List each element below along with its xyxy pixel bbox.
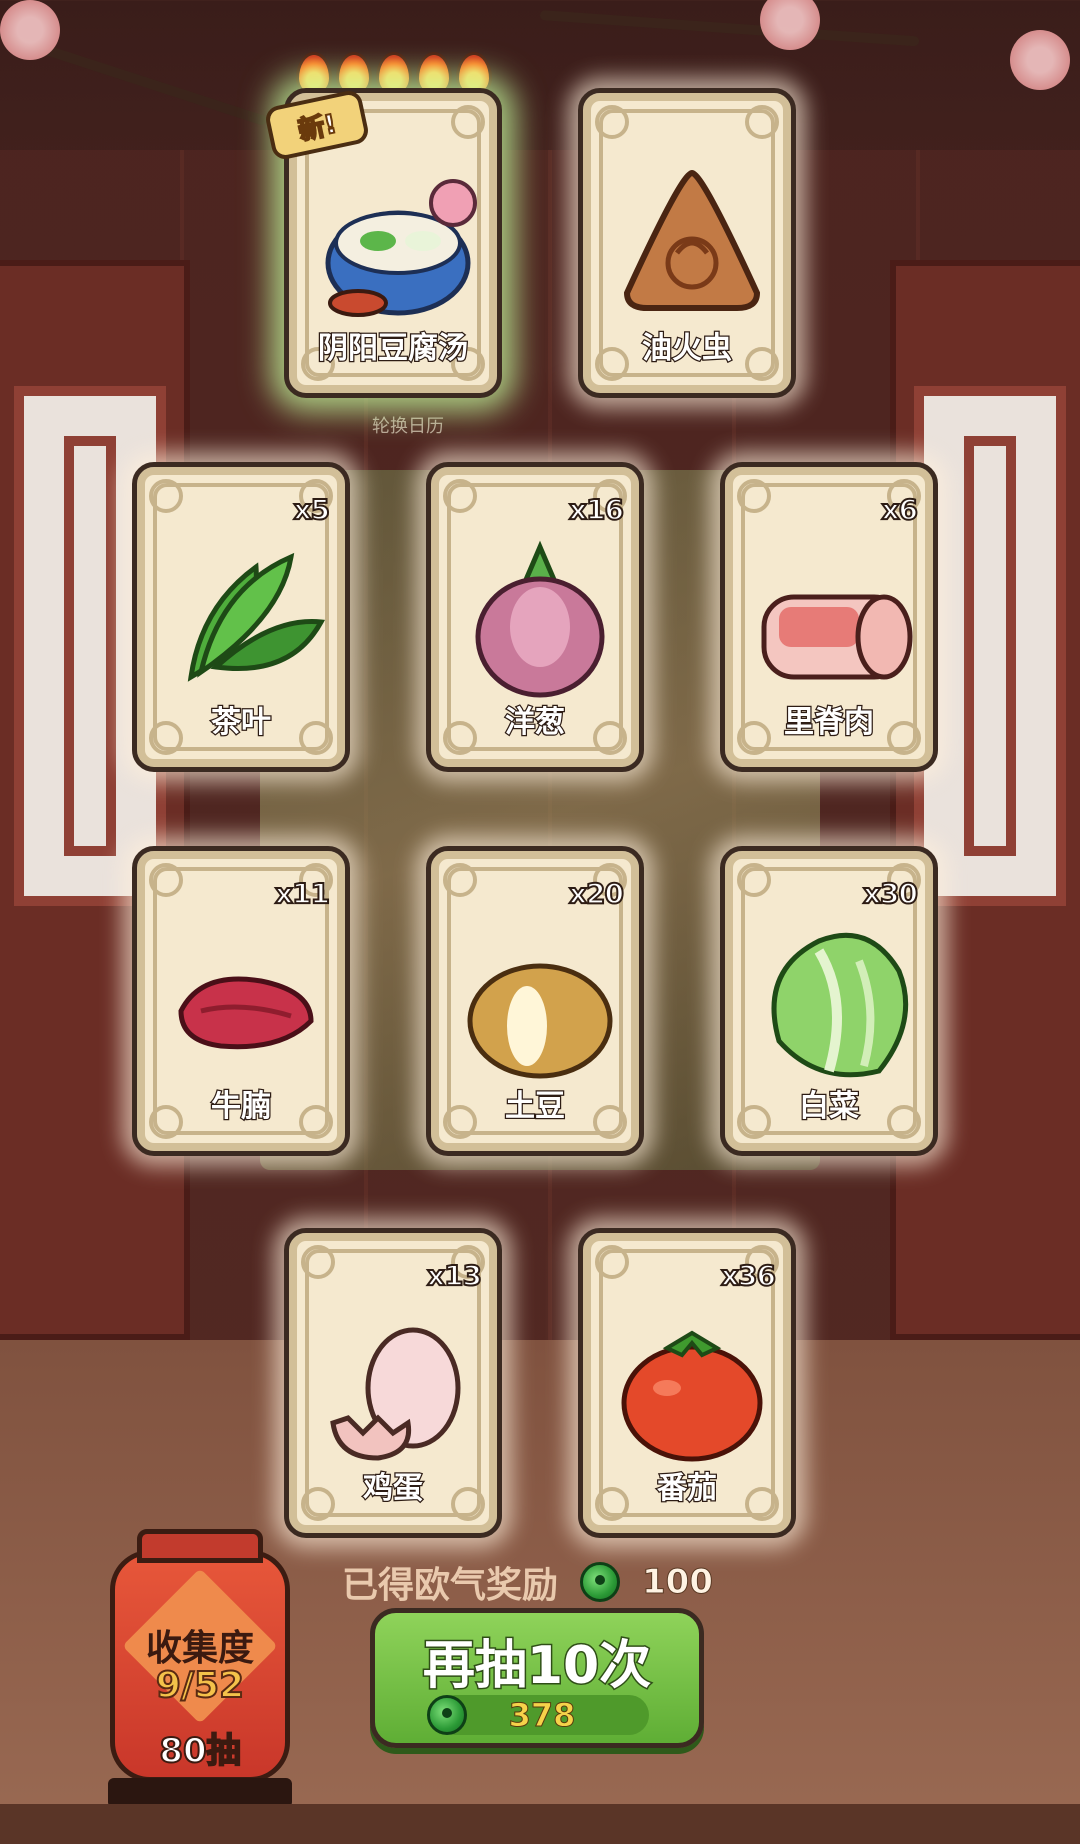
draw-again-button[interactable]: 再抽10次 378 (370, 1608, 704, 1748)
card-name: 茶叶 (210, 704, 273, 742)
reward-label: 已得欧气奖励 (342, 1565, 559, 1606)
card-item[interactable]: x13 鸡蛋 (284, 1228, 502, 1538)
card-name: 阴阳豆腐汤 (317, 330, 470, 368)
egg-icon (330, 1327, 461, 1461)
potato-icon (467, 963, 613, 1079)
card-item[interactable]: x16 洋葱 (426, 462, 644, 772)
blossom-icon (1010, 30, 1070, 90)
card-item[interactable]: x36 番茄 (578, 1228, 796, 1538)
bottom-bar (0, 1804, 1080, 1844)
tofu-soup-icon (325, 179, 477, 317)
blossom-icon (760, 0, 820, 50)
card-name: 牛腩 (210, 1088, 273, 1126)
jade-coin-icon (427, 1695, 467, 1735)
card-item[interactable]: x11 牛腩 (132, 846, 350, 1156)
card-name: 洋葱 (504, 704, 567, 742)
card-item[interactable]: x5 茶叶 (132, 462, 350, 772)
collection-lantern-button[interactable]: 收集度 9/52 80抽 (110, 1529, 290, 1782)
right-door-decor (890, 260, 1080, 1340)
item-count: x30 (862, 876, 919, 911)
tea-leaf-icon (187, 552, 326, 682)
item-count: x16 (568, 492, 625, 527)
jade-coin-icon (580, 1562, 621, 1602)
branch-decor (539, 10, 920, 47)
draw-again-label: 再抽10次 (421, 1635, 652, 1698)
card-item[interactable]: x30 白菜 (720, 846, 938, 1156)
reward-amount: 100 (642, 1562, 714, 1603)
rotate-calendar-label: 轮换日历 (372, 416, 444, 437)
onion-icon (475, 540, 605, 698)
tenderloin-icon (761, 594, 913, 680)
firefly-triangle-icon (623, 169, 761, 311)
beef-brisket-icon (178, 976, 314, 1050)
collection-draws: 80抽 (158, 1730, 241, 1772)
left-door-decor (0, 260, 190, 1340)
blossom-icon (0, 0, 60, 60)
card-name: 白菜 (798, 1088, 861, 1126)
item-count: x36 (720, 1258, 777, 1293)
collection-progress: 9/52 (155, 1664, 245, 1707)
item-count: x13 (426, 1258, 483, 1293)
card-name: 里脊肉 (783, 704, 876, 742)
card-name: 油火虫 (641, 330, 734, 368)
item-count: x5 (292, 492, 331, 527)
item-count: x6 (880, 492, 919, 527)
card-item[interactable]: 油火虫 (578, 88, 796, 398)
item-count: x11 (274, 876, 331, 911)
card-item[interactable]: x6 里脊肉 (720, 462, 938, 772)
card-item[interactable]: x20 土豆 (426, 846, 644, 1156)
draw-cost: 378 (435, 1695, 649, 1735)
tomato-icon (621, 1330, 763, 1462)
card-name: 鸡蛋 (362, 1470, 425, 1508)
item-count: x20 (568, 876, 625, 911)
cabbage-icon (771, 932, 909, 1078)
card-name: 番茄 (656, 1470, 719, 1508)
reward-row: 已得欧气奖励 100 (342, 1556, 713, 1608)
collection-title: 收集度 (145, 1628, 254, 1669)
card-name: 土豆 (504, 1088, 567, 1126)
